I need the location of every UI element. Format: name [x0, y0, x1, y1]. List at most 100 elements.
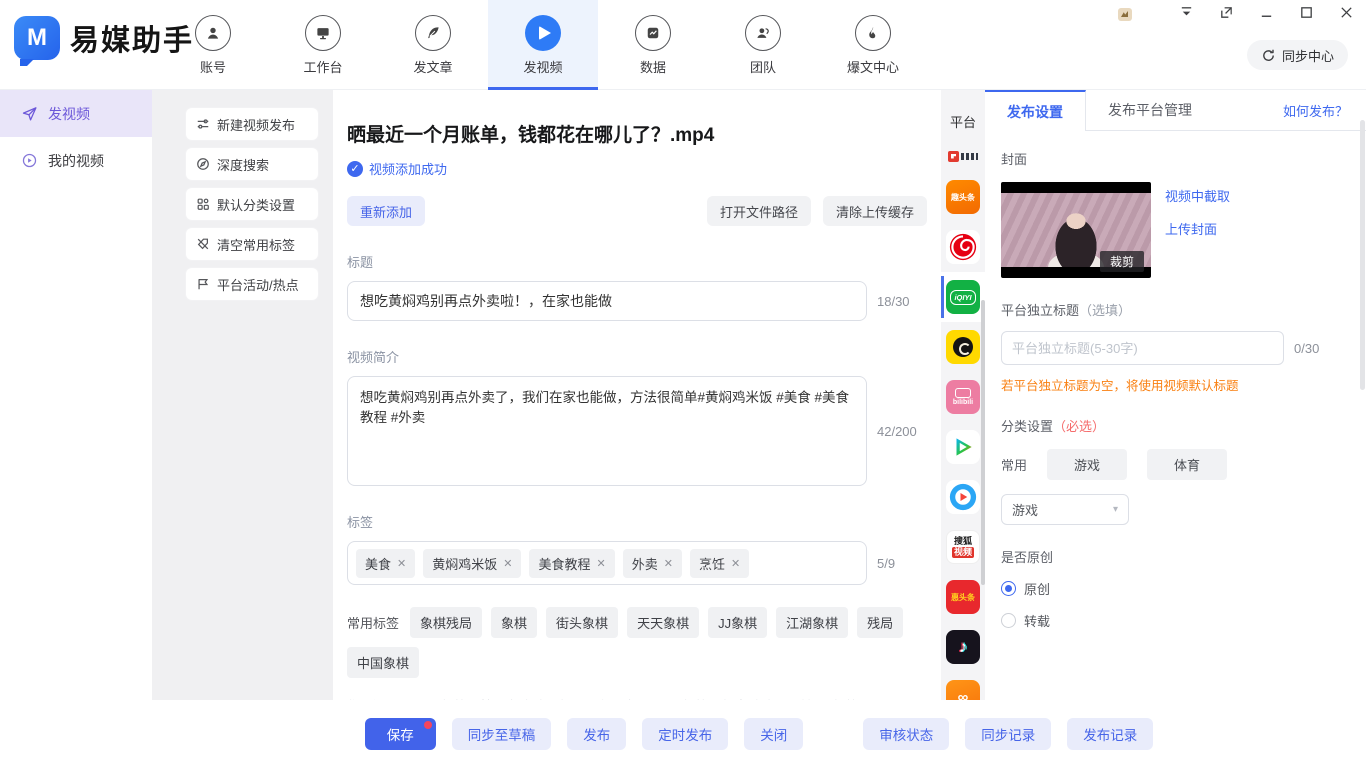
maximize-icon[interactable] — [1298, 4, 1314, 20]
audit-status-button[interactable]: 审核状态 — [863, 718, 949, 750]
remove-tag-icon[interactable]: ✕ — [731, 557, 740, 570]
schedule-publish-button[interactable]: 定时发布 — [642, 718, 728, 750]
category-option-sports[interactable]: 体育 — [1147, 449, 1227, 480]
close-icon[interactable] — [1338, 4, 1354, 20]
default-category-settings-button[interactable]: 默认分类设置 — [186, 188, 318, 220]
sync-to-draft-button[interactable]: 同步至草稿 — [452, 718, 552, 750]
remove-tag-icon[interactable]: ✕ — [397, 557, 406, 570]
common-tag-button[interactable]: 江湖象棋 — [776, 607, 848, 638]
tag-label: 黄焖鸡米饭 — [432, 554, 497, 573]
success-check-icon: ✓ — [347, 161, 363, 177]
tags-input[interactable]: 美食✕ 黄焖鸡米饭✕ 美食教程✕ 外卖✕ 烹饪✕ — [347, 541, 867, 585]
platform-item-bilibili[interactable]: bilibili — [941, 372, 985, 422]
nav-item-data[interactable]: 数据 — [598, 0, 708, 90]
mini-red-logo-icon — [948, 150, 978, 162]
save-button[interactable]: 保存 — [365, 718, 436, 750]
sync-record-button[interactable]: 同步记录 — [965, 718, 1051, 750]
common-tag-button[interactable]: 象棋 — [491, 607, 537, 638]
platform-item-qutoutiao[interactable]: 趣头条 — [941, 172, 985, 222]
platform-icon-text: 视频 — [952, 547, 974, 559]
radio-repost[interactable]: 转载 — [1001, 611, 1350, 630]
independent-title-input[interactable] — [1001, 331, 1284, 365]
radio-original[interactable]: 原创 — [1001, 579, 1350, 598]
platform-item-haokan-video[interactable] — [941, 472, 985, 522]
team-icon — [745, 15, 781, 51]
platform-activities-button[interactable]: 平台活动/热点 — [186, 268, 318, 300]
nav-item-account[interactable]: 账号 — [158, 0, 268, 90]
save-label: 保存 — [387, 728, 414, 743]
panel-scrollbar[interactable] — [1360, 120, 1365, 390]
quick-action-label: 清空常用标签 — [217, 235, 295, 254]
yellow-camera-icon — [946, 330, 980, 364]
platform-item-huitoutiao[interactable]: 惠头条 — [941, 572, 985, 622]
collapse-to-tray-icon[interactable] — [1178, 4, 1194, 20]
sidebar-item-my-videos[interactable]: 我的视频 — [0, 137, 152, 184]
title-input[interactable] — [347, 281, 867, 321]
tag-chip: 黄焖鸡米饭 ✕ — [423, 549, 521, 578]
nav-item-hot-center[interactable]: 爆文中心 — [818, 0, 928, 90]
crop-badge[interactable]: 裁剪 — [1100, 251, 1144, 272]
open-file-path-button[interactable]: 打开文件路径 — [707, 196, 811, 226]
nav-item-publish-video[interactable]: 发视频 — [488, 0, 598, 90]
tab-platform-management[interactable]: 发布平台管理 — [1086, 90, 1214, 130]
common-tag-button[interactable]: JJ象棋 — [708, 607, 767, 638]
new-video-publish-button[interactable]: 新建视频发布 — [186, 108, 318, 140]
nav-label: 发文章 — [413, 57, 452, 76]
tab-publish-settings[interactable]: 发布设置 — [985, 90, 1086, 131]
video-play-icon — [525, 15, 561, 51]
common-tag-button[interactable]: 象棋残局 — [410, 607, 482, 638]
clear-upload-cache-button[interactable]: 清除上传缓存 — [823, 196, 927, 226]
top-nav: 账号 工作台 发文章 发视频 数 — [158, 0, 928, 90]
tag-label: 烹饪 — [699, 554, 725, 573]
remove-tag-icon[interactable]: ✕ — [503, 557, 512, 570]
nav-label: 发视频 — [523, 57, 562, 76]
platform-item-phoenix[interactable] — [941, 222, 985, 272]
platform-item-douyin[interactable]: ♪ — [941, 622, 985, 672]
sidebar-item-publish-video[interactable]: 发视频 — [0, 90, 152, 137]
platform-list: 趣头条 iQIYI bilibili — [941, 140, 985, 722]
nav-item-publish-article[interactable]: 发文章 — [378, 0, 488, 90]
common-tag-button[interactable]: 天天象棋 — [627, 607, 699, 638]
nav-item-team[interactable]: 团队 — [708, 0, 818, 90]
quick-actions-panel: 新建视频发布 深度搜索 默认分类设置 清空常用标签 平台活动/热点 — [186, 108, 318, 300]
common-tag-button[interactable]: 中国象棋 — [347, 647, 419, 678]
independent-title-text: 平台独立标题 — [1001, 303, 1079, 318]
description-textarea[interactable]: 想吃黄焖鸡别再点外卖了，我们在家也能做，方法很简单#黄焖鸡米饭 #美食 #美食教… — [347, 376, 867, 486]
quick-action-label: 默认分类设置 — [217, 195, 295, 214]
common-tag-button[interactable]: 残局 — [857, 607, 903, 638]
qutoutiao-icon: 趣头条 — [946, 180, 980, 214]
re-add-button[interactable]: 重新添加 — [347, 196, 425, 226]
independent-title-counter: 0/30 — [1294, 341, 1319, 356]
cover-thumbnail[interactable]: 裁剪 — [1001, 182, 1151, 278]
how-to-publish-link[interactable]: 如何发布？ — [1283, 101, 1348, 120]
platform-item-camera-app[interactable] — [941, 322, 985, 372]
category-option-game[interactable]: 游戏 — [1047, 449, 1127, 480]
title-counter: 18/30 — [877, 294, 910, 309]
screenshot-icon[interactable] — [1218, 4, 1234, 20]
sync-center-button[interactable]: 同步中心 — [1247, 40, 1348, 70]
minimize-icon[interactable] — [1258, 4, 1274, 20]
deep-search-button[interactable]: 深度搜索 — [186, 148, 318, 180]
nav-item-workbench[interactable]: 工作台 — [268, 0, 378, 90]
platform-item-sohu-video[interactable]: 搜狐 视频 — [941, 522, 985, 572]
publish-record-button[interactable]: 发布记录 — [1067, 718, 1153, 750]
platform-item-tencent-video[interactable] — [941, 422, 985, 472]
upload-cover-link[interactable]: 上传封面 — [1165, 219, 1230, 238]
category-select[interactable]: 游戏 ▾ — [1001, 494, 1129, 525]
iqiyi-icon: iQIYI — [946, 280, 980, 314]
capture-from-video-link[interactable]: 视频中截取 — [1165, 186, 1230, 205]
platform-item-iqiyi[interactable]: iQIYI — [941, 272, 985, 322]
remove-tag-icon[interactable]: ✕ — [664, 557, 673, 570]
platform-item-mini-logo[interactable] — [941, 140, 985, 172]
remove-tag-icon[interactable]: ✕ — [596, 557, 605, 570]
radio-unchecked-icon — [1001, 613, 1016, 628]
publish-button[interactable]: 发布 — [567, 718, 626, 750]
tray-plugin-icon[interactable] — [1118, 8, 1132, 21]
common-tag-button[interactable]: 街头象棋 — [546, 607, 618, 638]
video-form-card: 晒最近一个月账单，钱都花在哪儿了？.mp4 ✓ 视频添加成功 重新添加 打开文件… — [333, 90, 941, 700]
clear-common-tags-button[interactable]: 清空常用标签 — [186, 228, 318, 260]
close-button[interactable]: 关闭 — [744, 718, 803, 750]
publish-tabs: 发布设置 发布平台管理 如何发布？ — [985, 90, 1366, 131]
account-icon — [195, 15, 231, 51]
sidebar-item-label: 我的视频 — [48, 151, 104, 171]
